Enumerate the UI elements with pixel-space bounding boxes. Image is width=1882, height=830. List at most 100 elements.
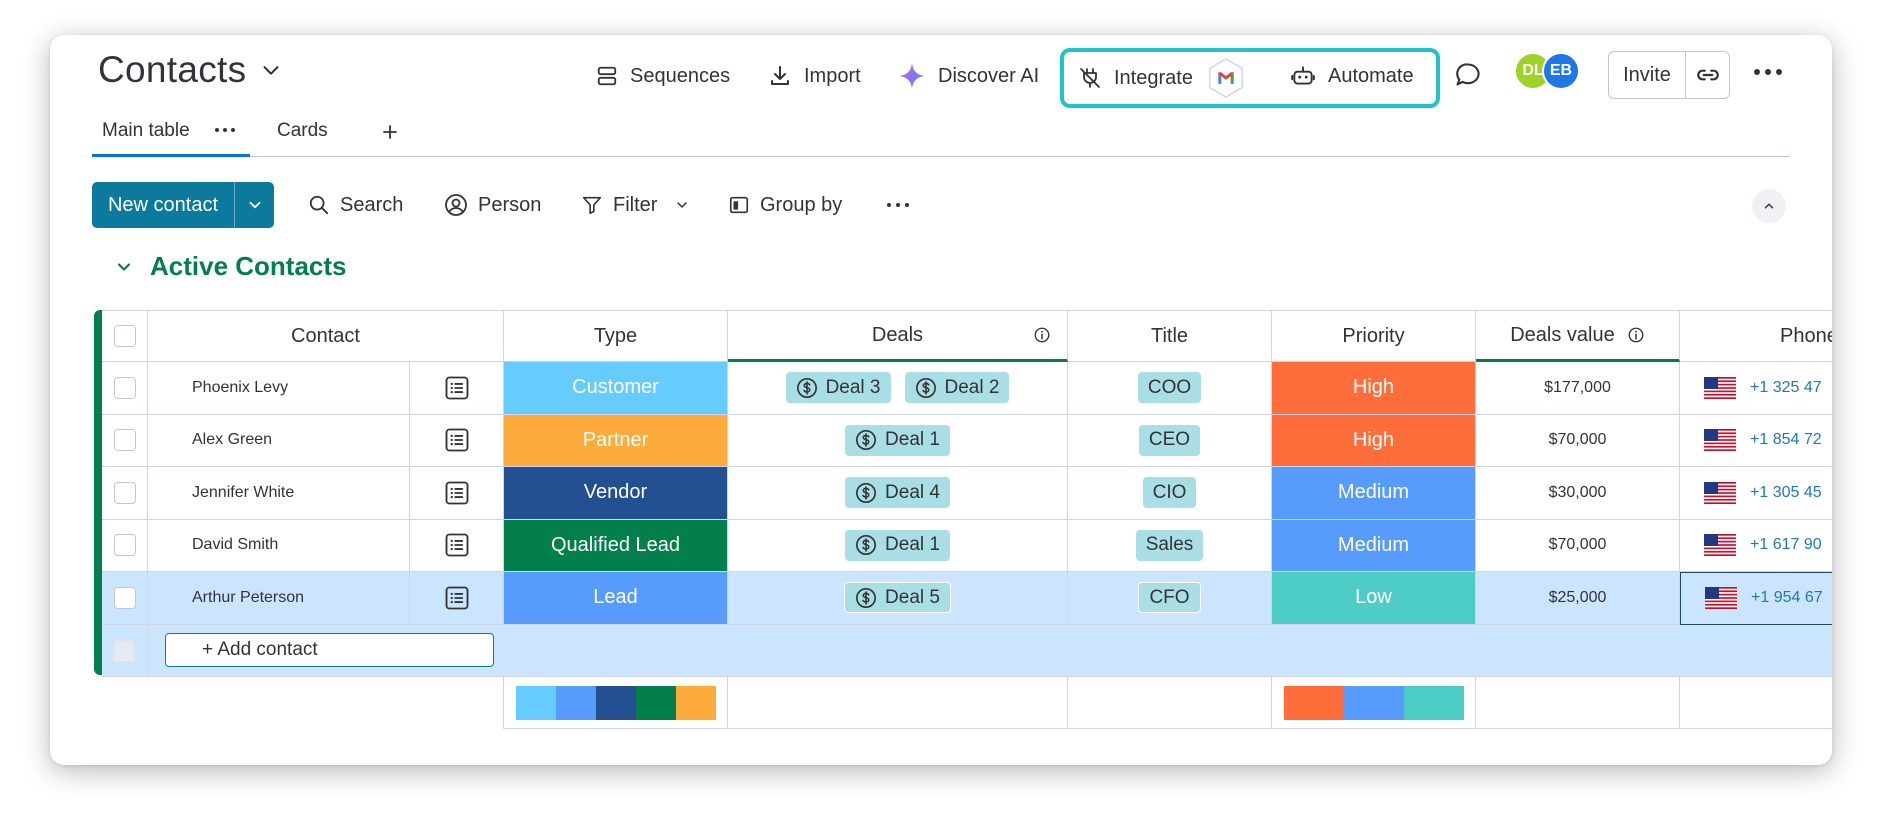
deal-pill[interactable]: Deal 5: [844, 582, 951, 614]
cell-contact[interactable]: Jennifer White: [148, 467, 410, 520]
column-header-phone[interactable]: Phone: [1680, 310, 1832, 362]
cell-type[interactable]: Vendor: [504, 467, 728, 520]
cell-phone[interactable]: +1 954 67: [1680, 572, 1832, 625]
filter-button[interactable]: Filter: [581, 182, 657, 228]
row-checkbox[interactable]: [113, 376, 136, 399]
cell-value[interactable]: $70,000: [1476, 414, 1680, 467]
automate-button[interactable]: Automate: [1290, 54, 1414, 98]
more-options-icon[interactable]: [1752, 66, 1784, 78]
group-collapse-icon[interactable]: [114, 257, 134, 277]
info-icon[interactable]: [1627, 326, 1645, 344]
cell-icon[interactable]: [410, 467, 504, 520]
cell-value[interactable]: $177,000: [1476, 362, 1680, 415]
cell-title[interactable]: CFO: [1068, 572, 1272, 625]
cell-deals[interactable]: Deal 1: [728, 414, 1068, 467]
add-contact-input[interactable]: + Add contact: [165, 633, 494, 667]
cell-phone[interactable]: +1 305 45: [1680, 467, 1832, 520]
cell-value[interactable]: $70,000: [1476, 519, 1680, 572]
cell-priority[interactable]: Medium: [1272, 467, 1476, 520]
search-button[interactable]: Search: [308, 182, 403, 228]
info-icon[interactable]: [1033, 326, 1051, 344]
avatar-group[interactable]: DL EB: [1514, 52, 1580, 90]
deal-pill[interactable]: Deal 1: [845, 529, 950, 561]
column-header-value[interactable]: Deals value: [1476, 310, 1680, 362]
cell-icon[interactable]: [410, 519, 504, 572]
import-button[interactable]: Import: [768, 54, 861, 98]
column-header-chk[interactable]: [102, 310, 148, 362]
cell-chk[interactable]: [102, 414, 148, 467]
cell-priority[interactable]: Low: [1272, 572, 1476, 625]
row-checkbox[interactable]: [113, 534, 136, 557]
row-checkbox[interactable]: [113, 481, 136, 504]
row-checkbox[interactable]: [113, 429, 136, 452]
cell-deals[interactable]: Deal 4: [728, 467, 1068, 520]
cell-icon[interactable]: [410, 414, 504, 467]
cell-icon[interactable]: [410, 362, 504, 415]
discover-ai-label: Discover AI: [938, 64, 1040, 87]
cell-priority[interactable]: High: [1272, 414, 1476, 467]
column-header-contact[interactable]: Contact: [148, 310, 504, 362]
cell-contact[interactable]: Arthur Peterson: [148, 572, 410, 625]
more-toolbar-icon[interactable]: [886, 201, 910, 209]
select-all-checkbox[interactable]: [113, 325, 136, 347]
cell-phone[interactable]: +1 854 72: [1680, 414, 1832, 467]
cell-type[interactable]: Partner: [504, 414, 728, 467]
cell-phone[interactable]: +1 617 90: [1680, 519, 1832, 572]
column-header-priority[interactable]: Priority: [1272, 310, 1476, 362]
cell-value[interactable]: $25,000: [1476, 572, 1680, 625]
comment-icon[interactable]: [1454, 61, 1482, 89]
cell-contact[interactable]: Alex Green: [148, 414, 410, 467]
group-header[interactable]: Active Contacts: [114, 251, 347, 282]
deal-pill[interactable]: Deal 1: [845, 424, 950, 456]
cell-icon[interactable]: [410, 572, 504, 625]
cell-chk[interactable]: [102, 467, 148, 520]
cell-deals[interactable]: Deal 1: [728, 519, 1068, 572]
new-contact-button[interactable]: New contact: [92, 182, 274, 228]
cell-title[interactable]: Sales: [1068, 519, 1272, 572]
deal-pill[interactable]: Deal 2: [904, 372, 1010, 404]
cell-chk[interactable]: [102, 362, 148, 415]
cell-title[interactable]: COO: [1068, 362, 1272, 415]
cell-type[interactable]: Customer: [504, 362, 728, 415]
cell-title[interactable]: CIO: [1068, 467, 1272, 520]
cell-title[interactable]: CEO: [1068, 414, 1272, 467]
filter-dropdown-icon[interactable]: [674, 197, 690, 213]
integrate-button[interactable]: Integrate: [1078, 56, 1247, 100]
invite-button[interactable]: Invite: [1609, 52, 1686, 98]
deal-pill[interactable]: Deal 4: [845, 477, 950, 509]
cell-contact[interactable]: Phoenix Levy: [148, 362, 410, 415]
cell-type[interactable]: Qualified Lead: [504, 519, 728, 572]
cell-deals[interactable]: Deal 3 Deal 2: [728, 362, 1068, 415]
sequences-button[interactable]: Sequences: [596, 54, 730, 98]
cell-chk[interactable]: [102, 572, 148, 625]
cell-value[interactable]: $30,000: [1476, 467, 1680, 520]
cell-contact[interactable]: David Smith: [148, 519, 410, 572]
discover-ai-button[interactable]: Discover AI: [898, 54, 1039, 98]
column-header-title[interactable]: Title: [1068, 310, 1272, 362]
deal-icon: [915, 377, 936, 398]
column-header-type[interactable]: Type: [504, 310, 728, 362]
cell-chk[interactable]: [102, 519, 148, 572]
tab-options-icon[interactable]: [214, 126, 236, 134]
row-checkbox[interactable]: [113, 586, 136, 609]
copy-link-button[interactable]: [1686, 52, 1729, 98]
cell-priority[interactable]: High: [1272, 362, 1476, 415]
automate-label: Automate: [1328, 64, 1414, 87]
tab-main-table[interactable]: Main table: [102, 120, 190, 142]
cell-deals[interactable]: Deal 5: [728, 572, 1068, 625]
group-by-button[interactable]: Group by: [728, 182, 842, 228]
summary-distribution-bar[interactable]: [1283, 685, 1464, 720]
cell-type[interactable]: Lead: [504, 572, 728, 625]
collapse-header-button[interactable]: [1752, 189, 1786, 223]
cell-priority[interactable]: Medium: [1272, 519, 1476, 572]
deal-pill[interactable]: Deal 3: [785, 372, 891, 404]
summary-distribution-bar[interactable]: [515, 685, 716, 720]
board-title[interactable]: Contacts: [98, 49, 282, 91]
column-header-label: Phone: [1780, 324, 1832, 347]
new-contact-dropdown[interactable]: [235, 182, 274, 228]
tab-cards[interactable]: Cards: [277, 120, 328, 142]
person-filter-button[interactable]: Person: [444, 182, 541, 228]
cell-phone[interactable]: +1 325 47: [1680, 362, 1832, 415]
add-view-icon[interactable]: [382, 124, 398, 140]
column-header-deals[interactable]: Deals: [728, 310, 1068, 362]
